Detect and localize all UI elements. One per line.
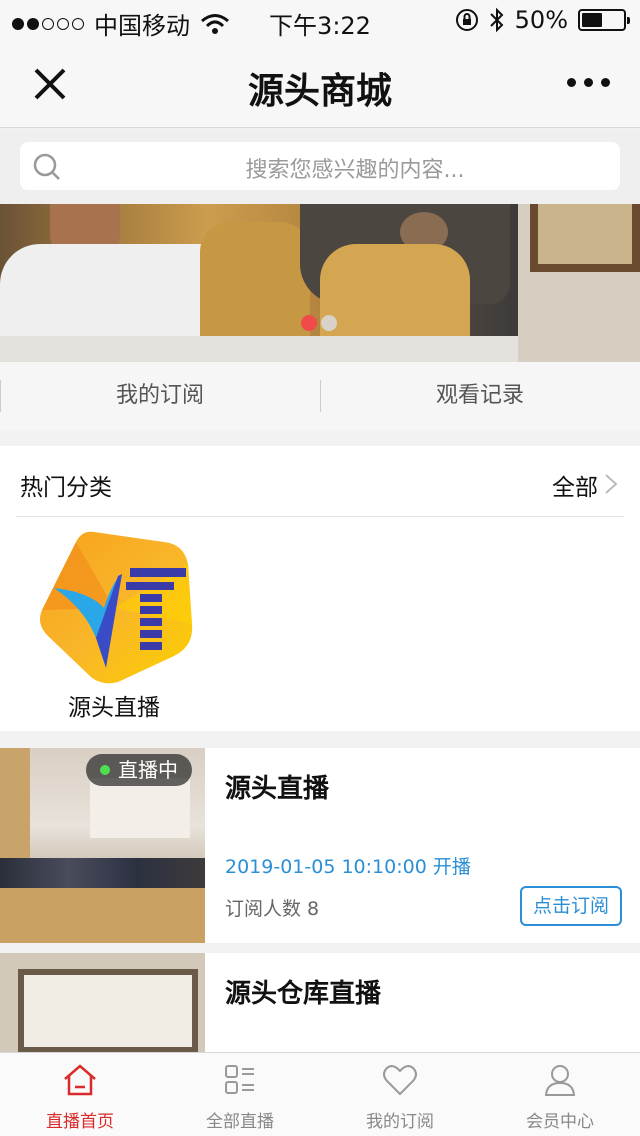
rotation-lock-icon [455,9,478,31]
tab-all-live[interactable]: 全部直播 [160,1053,320,1136]
live-status-badge: 直播中 [86,754,192,786]
category-item[interactable]: 源头直播 [34,528,194,721]
live-list-item[interactable]: 直播中 源头直播 2019-01-05 10:10:00 开播 订阅人数 8 点… [0,748,640,943]
user-icon [544,1065,576,1096]
battery-percent: 50% [514,6,568,34]
live-dot-icon [100,765,110,775]
banner-image-next[interactable] [518,204,640,362]
bottom-tab-bar: 直播首页 全部直播 我的订阅 会员中心 [0,1052,640,1136]
live-status-text: 直播中 [118,758,178,782]
grid-list-icon [225,1065,254,1094]
search-placeholder: 搜索您感兴趣的内容... [245,158,465,183]
chevron-right-icon[interactable] [604,473,618,495]
search-bar: 搜索您感兴趣的内容... [0,129,640,204]
pager-dot-active [301,315,317,331]
more-icon[interactable] [567,78,610,87]
banner-pager [301,315,337,331]
subscriber-count: 订阅人数 8 [225,898,320,920]
live-thumbnail[interactable] [0,953,205,1053]
tab-my-subscriptions-bottom[interactable]: 我的订阅 [320,1053,480,1136]
category-name: 源头直播 [68,695,160,721]
live-list-item[interactable]: 源头仓库直播 [0,953,640,1053]
live-title: 源头直播 [225,774,330,804]
section-title: 热门分类 [20,475,112,501]
heart-icon [383,1065,417,1096]
tab-live-home[interactable]: 直播首页 [0,1053,160,1136]
tab-label: 直播首页 [46,1112,114,1132]
live-title: 源头仓库直播 [225,979,382,1009]
live-start-time: 2019-01-05 10:10:00 开播 [225,856,471,878]
tab-watch-history[interactable]: 观看记录 [320,362,640,430]
category-logo-icon [40,531,193,684]
tab-label: 全部直播 [206,1112,274,1132]
status-right: 50% [455,6,630,34]
view-all-link[interactable]: 全部 [552,468,598,502]
banner-carousel[interactable] [0,204,640,362]
bluetooth-icon [489,7,504,33]
tab-my-subscriptions[interactable]: 我的订阅 [0,362,320,430]
tab-label: 我的订阅 [366,1112,434,1132]
tab-label: 会员中心 [526,1112,594,1132]
hot-category-header: 热门分类 全部 [0,446,640,516]
status-bar: 中国移动 下午3:22 50% [0,0,640,40]
pager-dot [321,315,337,331]
page-title: 源头商城 [247,71,392,112]
nav-bar: 源头商城 [0,40,640,128]
banner-image[interactable] [0,204,518,336]
battery-icon [578,9,630,31]
hot-category-section: 热门分类 全部 源头直播 [0,446,640,731]
tab-member-center[interactable]: 会员中心 [480,1053,640,1136]
live-thumbnail[interactable]: 直播中 [0,748,205,943]
subscribe-button[interactable]: 点击订阅 [520,886,622,926]
sub-tabs: 我的订阅 观看记录 [0,362,640,430]
search-input[interactable]: 搜索您感兴趣的内容... [20,142,620,190]
home-icon [64,1064,96,1096]
